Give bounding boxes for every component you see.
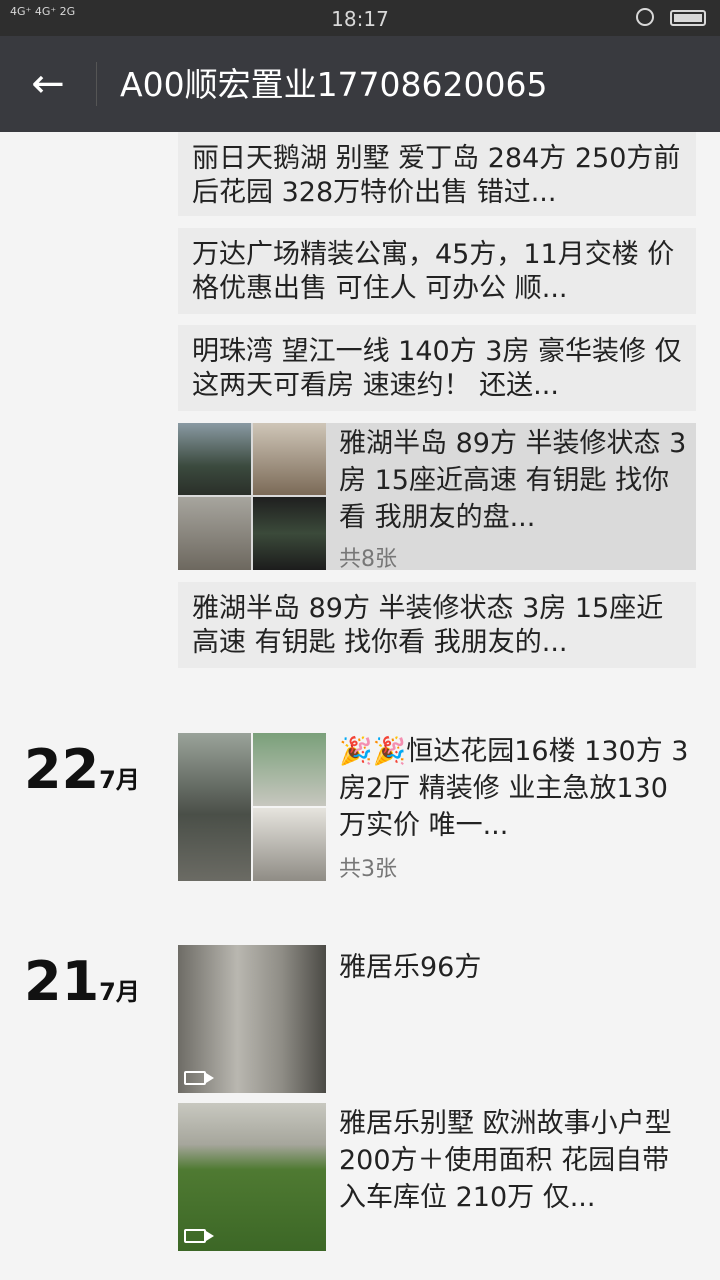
moment-text: 雅湖半岛 89方 半装修状态 3房 15座近高速 有钥匙 找你看 我朋友的盘..… <box>339 428 687 533</box>
photo-grid <box>178 733 326 881</box>
moment-text: 万达广场精装公寓，45方，11月交楼 价格优惠出售 可住人 可办公 顺... <box>192 239 675 304</box>
video-thumbnail <box>178 945 326 1093</box>
status-bar: 4G⁺ 4G⁺ 2G 18:17 <box>0 0 720 36</box>
photo-thumbnail <box>178 423 251 495</box>
date-day: 21 <box>24 950 100 1013</box>
battery-icon <box>670 10 706 26</box>
video-icon <box>184 1071 214 1085</box>
moment-text: 雅湖半岛 89方 半装修状态 3房 15座近高速 有钥匙 找你看 我朋友的... <box>192 593 664 658</box>
moment-text-card[interactable]: 明珠湾 望江一线 140方 3房 豪华装修 仅这两天可看房 速速约！ 还送... <box>178 325 696 411</box>
moment-text-card[interactable]: 丽日天鹅湖 别墅 爱丁岛 284方 250方前后花园 328万特价出售 错过..… <box>178 132 696 216</box>
photo-grid <box>178 423 326 570</box>
photo-count: 共8张 <box>339 547 397 572</box>
photo-thumbnail <box>253 733 326 806</box>
moment-text: 雅居乐96方 <box>339 952 482 983</box>
date-label: 217月 <box>24 952 140 1022</box>
date-month: 7月 <box>99 978 140 1006</box>
moment-photo-card[interactable]: 雅湖半岛 89方 半装修状态 3房 15座近高速 有钥匙 找你看 我朋友的盘..… <box>178 423 696 572</box>
video-icon <box>184 1229 214 1243</box>
moment-text: 🎉🎉恒达花园16楼 130方 3房2厅 精装修 业主急放130万实价 唯一... <box>339 736 689 841</box>
photo-thumbnail <box>253 423 326 495</box>
top-bar: ← A00顺宏置业17708620065 <box>0 36 720 132</box>
moment-photo-post[interactable]: 🎉🎉恒达花园16楼 130方 3房2厅 精装修 业主急放130万实价 唯一...… <box>178 733 696 882</box>
moment-text-card[interactable]: 雅湖半岛 89方 半装修状态 3房 15座近高速 有钥匙 找你看 我朋友的... <box>178 582 696 668</box>
moment-text: 雅居乐别墅 欧洲故事小户型 200方＋使用面积 花园自带入车库位 210万 仅.… <box>339 1108 672 1213</box>
back-arrow-icon[interactable]: ← <box>22 60 74 108</box>
photo-thumbnail <box>178 497 251 570</box>
photo-thumbnail <box>178 733 251 881</box>
moment-video-post[interactable]: 雅居乐别墅 欧洲故事小户型 200方＋使用面积 花园自带入车库位 210万 仅.… <box>178 1103 696 1251</box>
moment-text: 明珠湾 望江一线 140方 3房 豪华装修 仅这两天可看房 速速约！ 还送... <box>192 336 682 401</box>
photo-thumbnail <box>253 808 326 881</box>
header-divider <box>96 62 97 106</box>
photo-thumbnail <box>253 497 326 570</box>
moment-text-card[interactable]: 万达广场精装公寓，45方，11月交楼 价格优惠出售 可住人 可办公 顺... <box>178 228 696 314</box>
photo-count: 共3张 <box>339 857 397 882</box>
alarm-icon <box>636 8 654 26</box>
moment-video-post[interactable]: 雅居乐96方 <box>178 945 696 1093</box>
date-day: 22 <box>24 738 100 801</box>
date-label: 227月 <box>24 740 140 810</box>
date-month: 7月 <box>99 766 140 794</box>
moment-text: 丽日天鹅湖 别墅 爱丁岛 284方 250方前后花园 328万特价出售 错过..… <box>192 143 681 208</box>
video-thumbnail <box>178 1103 326 1251</box>
clock: 18:17 <box>331 7 389 31</box>
page-title: A00顺宏置业17708620065 <box>120 65 548 104</box>
